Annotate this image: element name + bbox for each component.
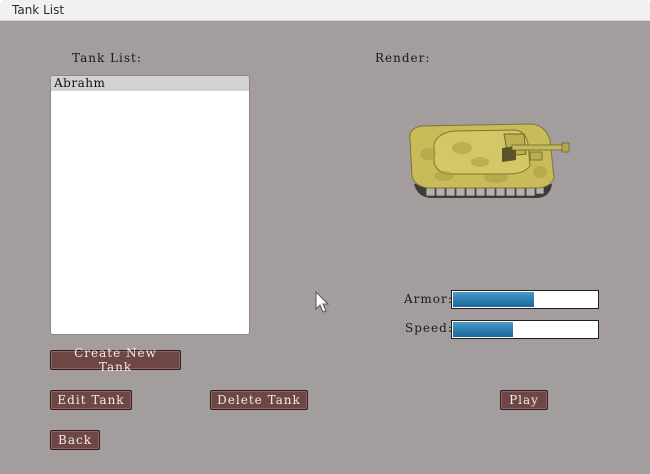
edit-tank-button[interactable]: Edit Tank — [50, 390, 132, 410]
tank-list-label: Tank List: — [72, 51, 142, 65]
speed-label: Speed: — [405, 321, 453, 335]
speed-bar-fill — [453, 322, 513, 337]
window-title: Tank List — [12, 3, 65, 17]
play-button[interactable]: Play — [500, 390, 548, 410]
tank-model-image — [409, 123, 570, 198]
create-new-tank-button[interactable]: Create New Tank — [50, 346, 181, 374]
mouse-pointer-icon — [315, 291, 330, 313]
title-bar[interactable]: Tank List — [0, 0, 650, 21]
speed-bar — [451, 320, 599, 339]
tank-render-view — [404, 118, 576, 208]
armor-bar — [451, 290, 599, 309]
list-item[interactable]: Abrahm — [51, 76, 249, 91]
armor-label: Armor: — [404, 292, 453, 306]
armor-bar-fill — [453, 292, 534, 307]
tank-list-window: Tank List Tank List: Render: Abrahm Armo… — [0, 0, 650, 474]
back-button[interactable]: Back — [50, 430, 100, 450]
delete-tank-button[interactable]: Delete Tank — [210, 390, 308, 410]
render-label: Render: — [375, 51, 431, 65]
tank-listbox[interactable]: Abrahm — [50, 75, 250, 335]
